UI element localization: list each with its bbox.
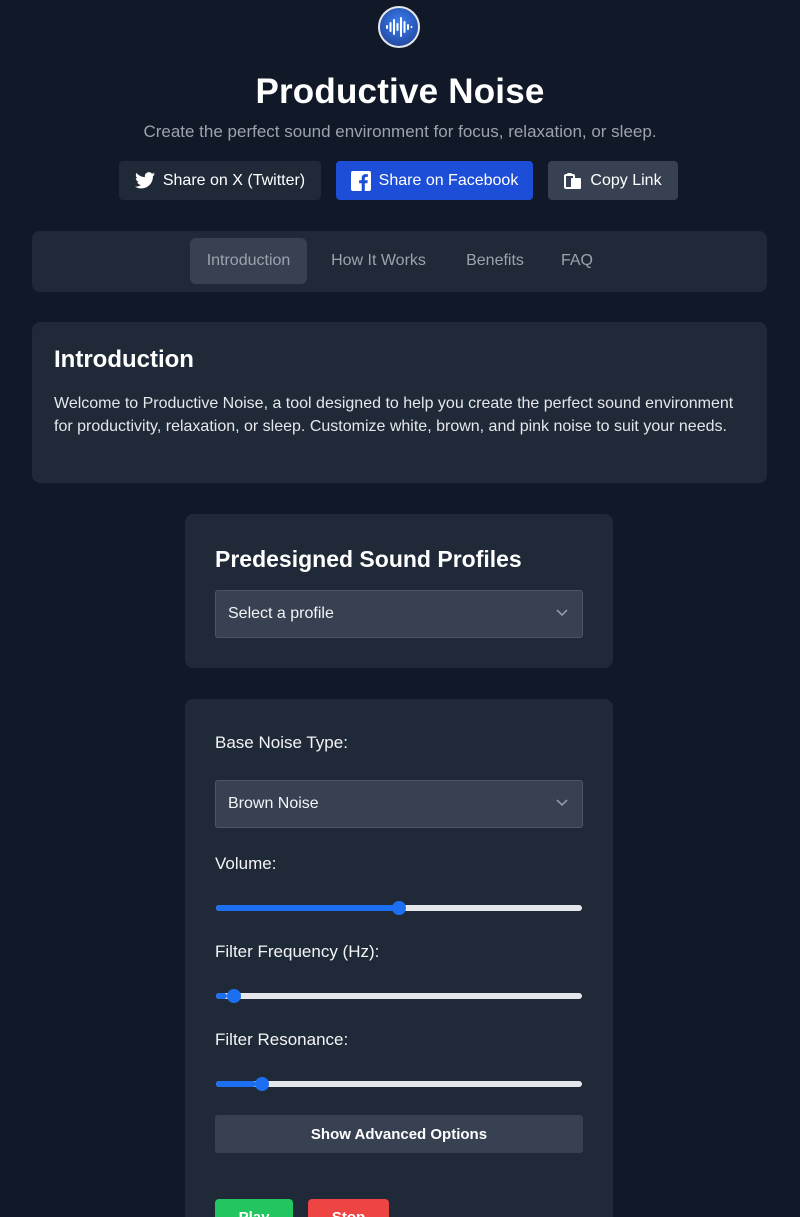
filter-resonance-slider-track — [216, 1081, 582, 1087]
waveform-logo-icon — [378, 6, 420, 48]
filter-frequency-label: Filter Frequency (Hz): — [215, 942, 380, 961]
stop-button[interactable]: Stop — [308, 1199, 389, 1217]
tab-faq[interactable]: FAQ — [552, 238, 602, 284]
volume-label: Volume: — [215, 854, 277, 873]
twitter-bird-icon — [134, 172, 155, 189]
share-facebook-button[interactable]: Share on Facebook — [336, 161, 533, 200]
page-subtitle: Create the perfect sound environment for… — [143, 122, 657, 141]
tab-benefits[interactable]: Benefits — [454, 238, 536, 284]
filter-resonance-slider-thumb[interactable] — [254, 1077, 269, 1091]
noise-controls-card: Base Noise Type: Brown Noise Volume: Fil… — [185, 699, 613, 1217]
noise-type-label: Base Noise Type: — [215, 733, 348, 752]
profile-select[interactable]: Select a profile — [215, 590, 583, 638]
share-facebook-label: Share on Facebook — [378, 171, 519, 189]
play-button[interactable]: Play — [215, 1199, 293, 1217]
filter-resonance-slider-fill — [216, 1081, 257, 1087]
app-page: Productive Noise Create the perfect soun… — [0, 0, 800, 1217]
chevron-down-icon — [556, 799, 568, 807]
sound-profiles-card: Predesigned Sound Profiles Select a prof… — [185, 514, 613, 668]
volume-slider-thumb[interactable] — [392, 901, 406, 915]
page-title: Productive Noise — [255, 72, 545, 111]
copy-link-label: Copy Link — [590, 171, 662, 189]
show-advanced-options-button[interactable]: Show Advanced Options — [215, 1115, 583, 1153]
tab-how-it-works[interactable]: How It Works — [320, 238, 437, 284]
share-twitter-button[interactable]: Share on X (Twitter) — [119, 161, 321, 200]
filter-frequency-slider-fill — [216, 993, 227, 999]
chevron-down-icon — [556, 609, 568, 617]
volume-slider[interactable] — [216, 899, 582, 917]
profile-select-value: Select a profile — [228, 605, 334, 622]
filter-resonance-slider[interactable] — [216, 1075, 582, 1093]
sound-profiles-heading: Predesigned Sound Profiles — [215, 546, 522, 572]
noise-type-select[interactable]: Brown Noise — [215, 780, 583, 828]
volume-slider-fill — [216, 905, 399, 911]
filter-resonance-label: Filter Resonance: — [215, 1030, 349, 1049]
copy-link-button[interactable]: Copy Link — [548, 161, 678, 200]
filter-frequency-slider-track — [216, 993, 582, 999]
facebook-icon — [350, 170, 371, 191]
filter-frequency-slider[interactable] — [216, 987, 582, 1005]
introduction-card: Introduction Welcome to Productive Noise… — [32, 322, 767, 483]
filter-frequency-slider-thumb[interactable] — [226, 989, 241, 1003]
clipboard-icon — [564, 172, 582, 189]
section-tabs: Introduction How It Works Benefits FAQ — [32, 231, 767, 292]
share-buttons: Share on X (Twitter) Share on Facebook C… — [0, 161, 800, 200]
tab-introduction[interactable]: Introduction — [190, 238, 307, 284]
noise-type-select-value: Brown Noise — [228, 795, 319, 812]
share-twitter-label: Share on X (Twitter) — [162, 171, 306, 189]
introduction-heading: Introduction — [54, 346, 194, 373]
introduction-body: Welcome to Productive Noise, a tool desi… — [54, 395, 734, 435]
